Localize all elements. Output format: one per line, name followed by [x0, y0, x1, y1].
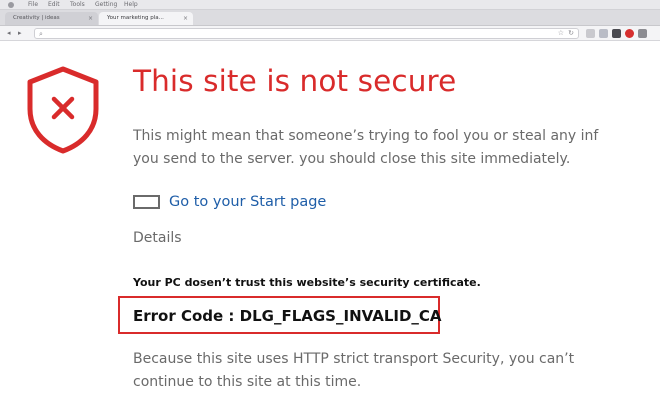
menu-edit[interactable]: Edit [48, 0, 60, 10]
hsts-message: Because this site uses HTTP strict trans… [133, 348, 653, 394]
error-code-box: Error Code : DLG_FLAGS_INVALID_CA [118, 296, 442, 334]
warning-description: This might mean that someone’s trying to… [133, 125, 660, 171]
shield-x-icon [27, 66, 99, 154]
bookmark-star-icon[interactable]: ☆ [558, 29, 564, 38]
menu-file[interactable]: File [28, 0, 38, 10]
error-code: Error Code : DLG_FLAGS_INVALID_CA [133, 307, 442, 325]
menu-tools[interactable]: Tools [70, 0, 85, 10]
extension-icon[interactable] [599, 29, 608, 38]
menu-help[interactable]: Help [124, 0, 138, 10]
page-title: This site is not secure [133, 64, 457, 98]
close-icon[interactable]: × [183, 12, 188, 25]
forward-button[interactable]: ▸ [18, 28, 22, 39]
menu-getting[interactable]: Getting [95, 0, 117, 10]
certificate-message: Your PC dosen’t trust this website’s sec… [133, 276, 481, 289]
tab-label: Creativity | ideas [13, 15, 60, 21]
menu-bar: File Edit Tools Getting Help [0, 0, 660, 10]
extension-icon[interactable] [586, 29, 595, 38]
menu-icon[interactable] [638, 29, 647, 38]
details-toggle[interactable]: Details [133, 229, 182, 247]
close-icon[interactable]: × [88, 12, 93, 25]
hsts-line: Because this site uses HTTP strict trans… [133, 351, 575, 367]
hsts-line: continue to this site at this time. [133, 374, 362, 390]
browser-toolbar: ◂ ▸ ⌕ ☆ ↻ [0, 26, 660, 41]
tab-marketing[interactable]: Your marketing pla... × [99, 12, 193, 25]
description-line: you send to the server. you should close… [133, 151, 571, 167]
tab-creativity[interactable]: Creativity | ideas × [5, 12, 98, 25]
address-bar[interactable]: ⌕ ☆ ↻ [34, 28, 579, 39]
apple-icon[interactable] [8, 2, 14, 8]
description-line: This might mean that someone’s trying to… [133, 128, 599, 144]
start-page-label[interactable]: Go to your Start page [169, 193, 326, 211]
extension-icon[interactable] [612, 29, 621, 38]
extension-icon[interactable] [625, 29, 634, 38]
tab-bar: Creativity | ideas × Your marketing pla.… [0, 10, 660, 26]
back-button[interactable]: ◂ [7, 28, 11, 39]
tab-label: Your marketing pla... [107, 15, 164, 21]
start-page-icon [133, 195, 160, 209]
reload-icon[interactable]: ↻ [568, 29, 574, 38]
search-icon: ⌕ [39, 30, 43, 38]
